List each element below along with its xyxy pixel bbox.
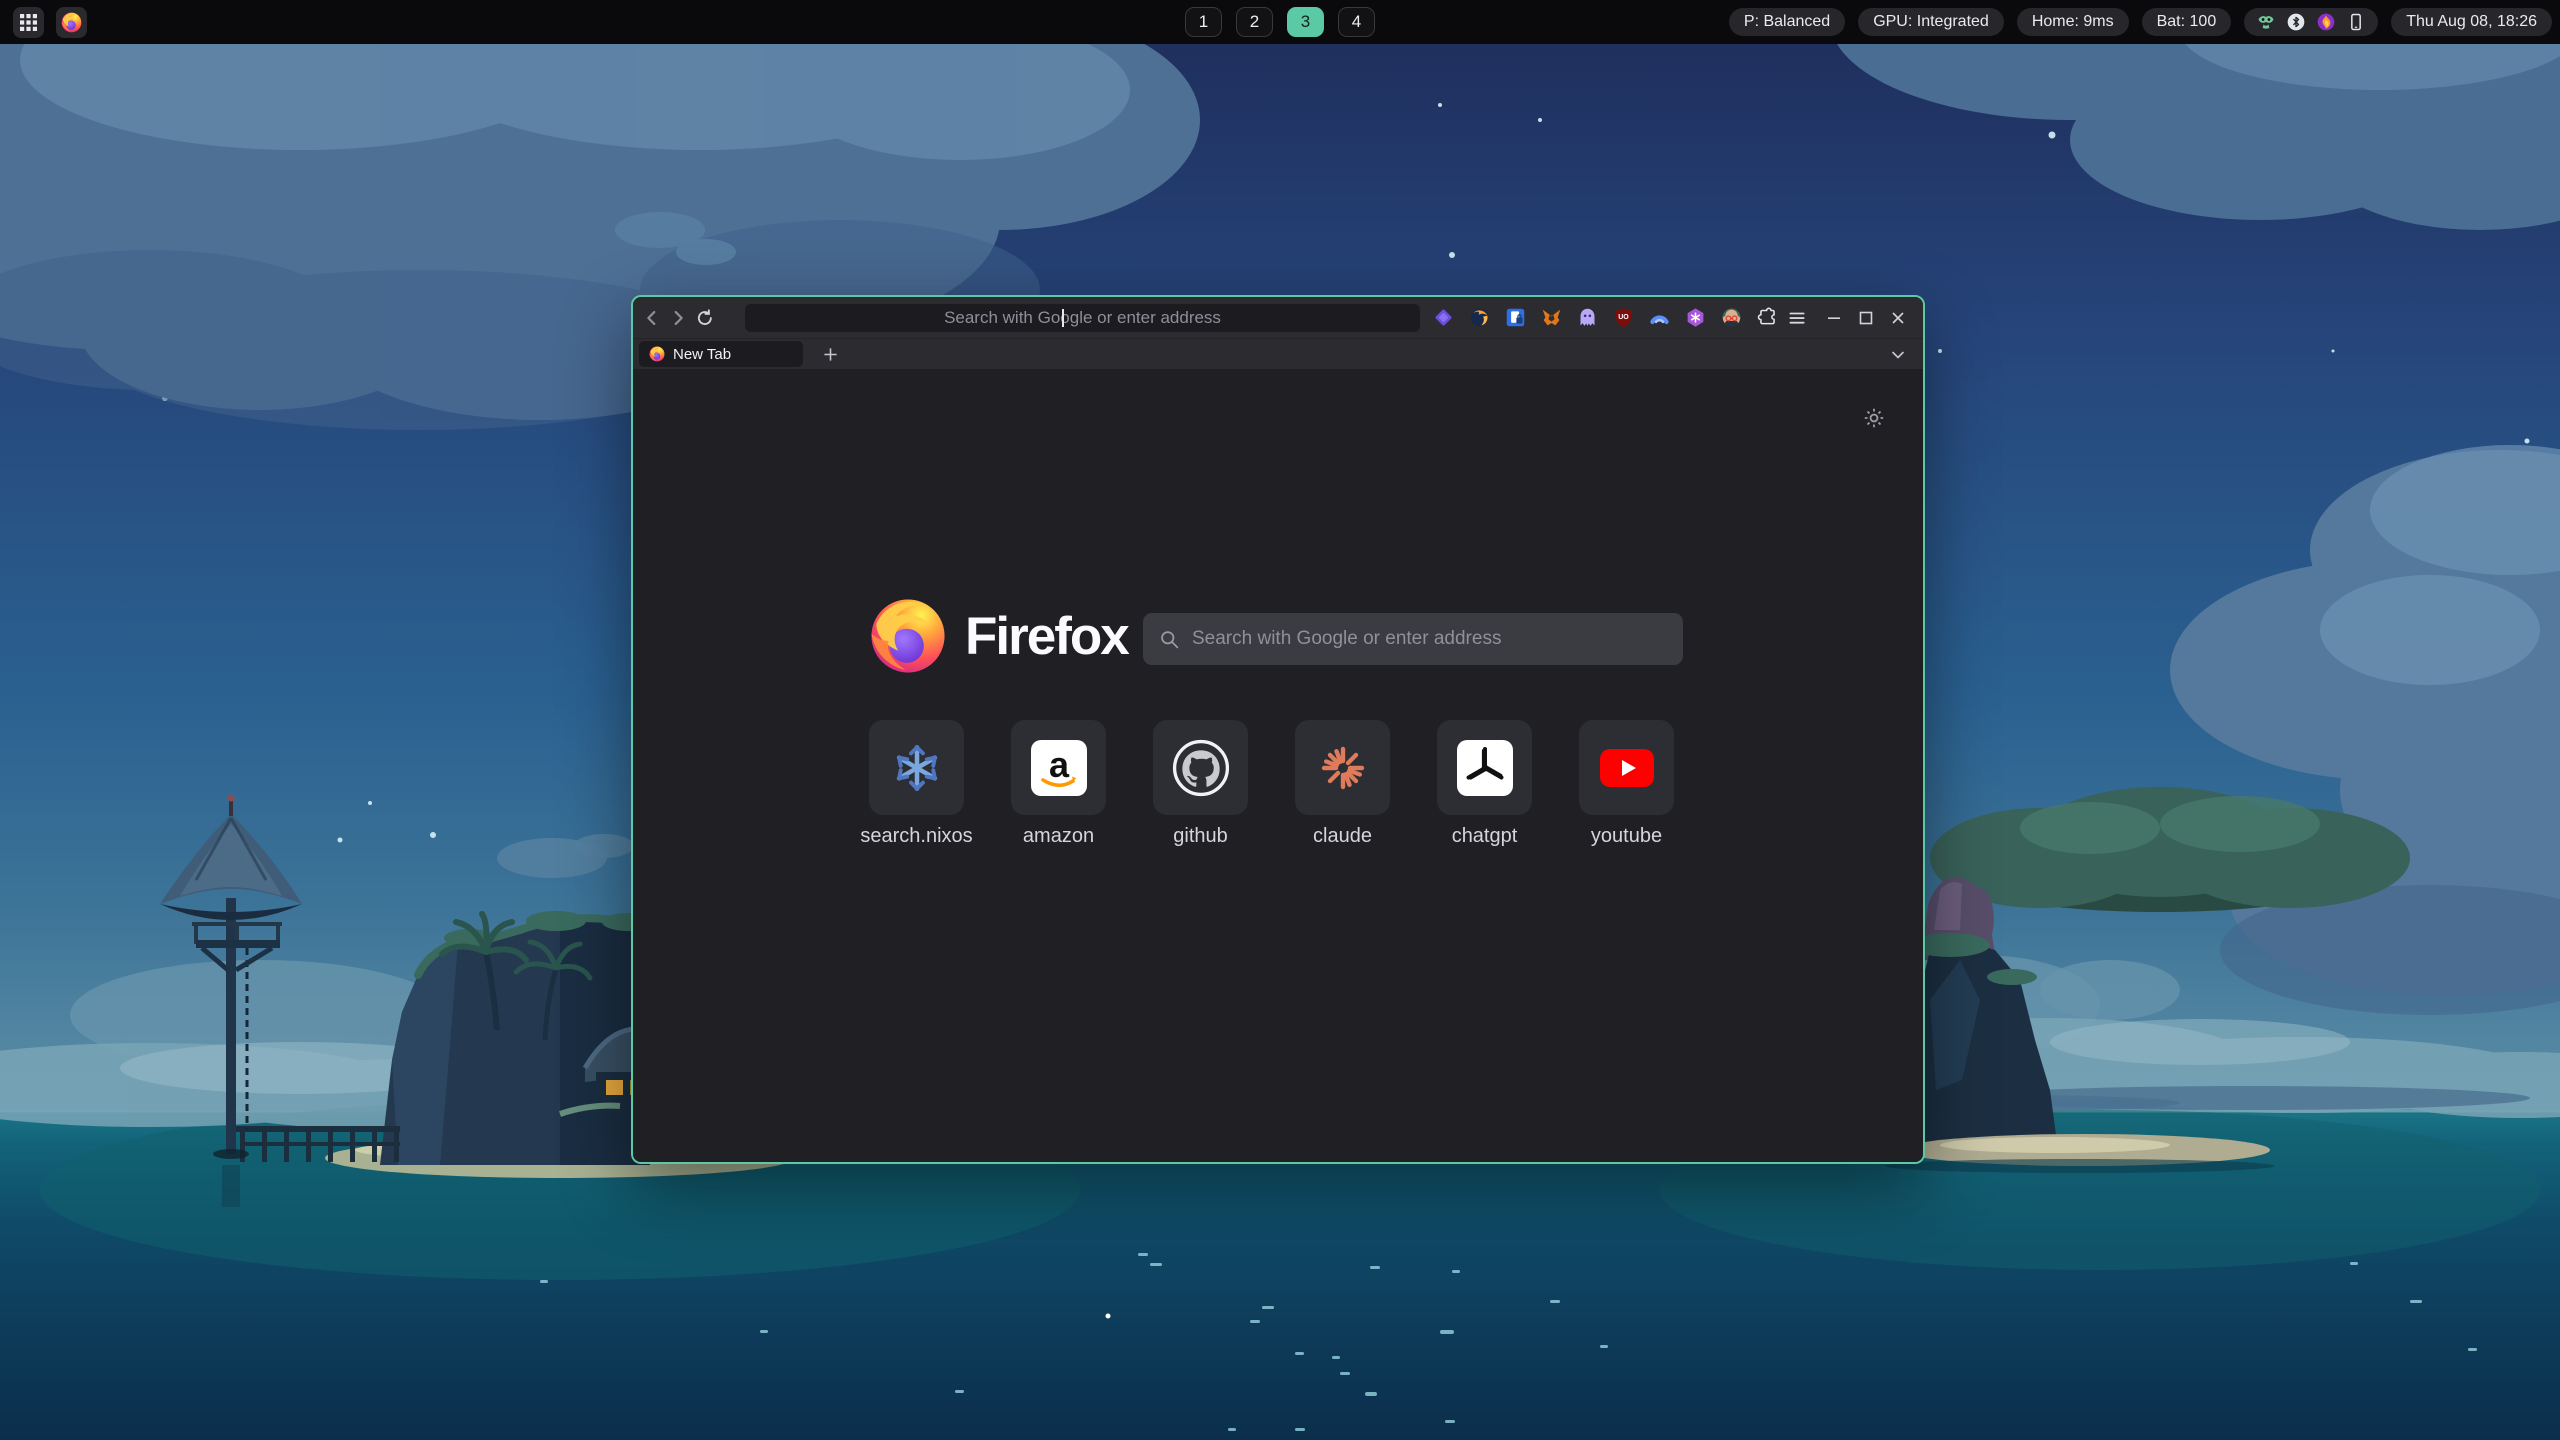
gpu-label: GPU: Integrated	[1873, 13, 1989, 31]
menu-button[interactable]	[1782, 303, 1812, 333]
extension-ghostery-icon[interactable]	[1572, 303, 1602, 333]
workspace-label: 4	[1352, 12, 1361, 32]
minimize-button[interactable]	[1820, 304, 1848, 332]
firefox-window: Search with Google or enter address UO	[631, 295, 1925, 1164]
github-icon	[1172, 739, 1230, 797]
workspace-label: 2	[1250, 12, 1259, 32]
shortcut-amazon[interactable]: a amazon	[1011, 720, 1106, 848]
shortcut-github[interactable]: github	[1153, 720, 1248, 848]
workspace-switcher: 1 2 3 4	[1185, 7, 1375, 37]
extensions-puzzle-icon[interactable]	[1752, 303, 1782, 333]
shortcut-claude[interactable]: claude	[1295, 720, 1390, 848]
system-tray	[2244, 8, 2378, 36]
shortcut-chatgpt[interactable]: chatgpt	[1437, 720, 1532, 848]
extension-blue-arc-icon[interactable]	[1644, 303, 1674, 333]
shortcut-tiles: search.nixos a amazon	[869, 720, 1674, 848]
svg-text:UO: UO	[1618, 314, 1629, 321]
gpu-status[interactable]: GPU: Integrated	[1858, 8, 2004, 36]
apps-grid-icon	[20, 14, 37, 31]
browser-toolbar: Search with Google or enter address UO	[633, 297, 1923, 339]
shortcut-label: github	[1173, 825, 1228, 848]
firefox-icon	[61, 12, 82, 33]
shortcut-label: claude	[1313, 825, 1372, 848]
extension-disguise-face-icon[interactable]	[1716, 303, 1746, 333]
shortcut-label: chatgpt	[1452, 825, 1518, 848]
new-tab-page: Firefox Search with Google or enter addr…	[633, 369, 1923, 1162]
firefox-logo	[869, 597, 947, 675]
network-mask-icon[interactable]	[2256, 12, 2276, 32]
text-caret	[1062, 309, 1064, 327]
extension-purple-diamond-icon[interactable]	[1428, 303, 1458, 333]
nightly-flame-icon[interactable]	[2316, 12, 2336, 32]
workspace-button-2[interactable]: 2	[1236, 7, 1273, 37]
personalize-gear-icon[interactable]	[1861, 405, 1887, 431]
tab-title: New Tab	[673, 346, 731, 363]
power-profile-label: P: Balanced	[1744, 13, 1830, 31]
firefox-brand: Firefox	[869, 597, 1128, 675]
close-button[interactable]	[1884, 304, 1912, 332]
tab-bar: New Tab	[633, 339, 1923, 369]
newtab-search-placeholder: Search with Google or enter address	[1192, 628, 1501, 650]
shortcut-search-nixos[interactable]: search.nixos	[869, 720, 964, 848]
url-bar-placeholder: Search with Google or enter address	[944, 308, 1221, 328]
shortcut-label: amazon	[1023, 825, 1094, 848]
battery-label: Bat: 100	[2157, 13, 2217, 31]
battery-status[interactable]: Bat: 100	[2142, 8, 2232, 36]
power-profile-status[interactable]: P: Balanced	[1729, 8, 1845, 36]
shortcut-label: youtube	[1591, 825, 1662, 848]
extension-purple-hex-icon[interactable]	[1680, 303, 1710, 333]
ping-status[interactable]: Home: 9ms	[2017, 8, 2129, 36]
amazon-icon: a	[1031, 740, 1087, 796]
chatgpt-icon	[1457, 740, 1513, 796]
firefox-wordmark: Firefox	[965, 606, 1128, 667]
svg-text:a: a	[1048, 744, 1069, 785]
app-launcher-button[interactable]	[13, 7, 44, 38]
extension-orange-ball-icon[interactable]	[1464, 303, 1494, 333]
extension-blue-doc-lock-icon[interactable]	[1500, 303, 1530, 333]
extension-metamask-icon[interactable]	[1536, 303, 1566, 333]
shortcut-label: search.nixos	[860, 825, 972, 848]
tab-favicon-firefox	[649, 346, 665, 362]
back-button[interactable]	[639, 304, 665, 332]
phone-icon[interactable]	[2346, 12, 2366, 32]
ping-label: Home: 9ms	[2032, 13, 2114, 31]
clock-label: Thu Aug 08, 18:26	[2406, 13, 2537, 31]
clock[interactable]: Thu Aug 08, 18:26	[2391, 8, 2552, 36]
claude-icon	[1319, 744, 1367, 792]
tab-new-tab[interactable]: New Tab	[639, 341, 803, 367]
reload-button[interactable]	[691, 304, 719, 332]
url-bar[interactable]: Search with Google or enter address	[745, 304, 1420, 332]
nixos-snowflake-icon	[891, 742, 943, 794]
workspace-button-4[interactable]: 4	[1338, 7, 1375, 37]
newtab-search-bar[interactable]: Search with Google or enter address	[1143, 613, 1683, 665]
list-tabs-chevron[interactable]	[1885, 342, 1911, 368]
workspace-button-3[interactable]: 3	[1287, 7, 1324, 37]
window-controls	[1820, 304, 1912, 332]
maximize-button[interactable]	[1852, 304, 1880, 332]
top-bar: 1 2 3 4 P: Balanced GPU: Integrated Home…	[0, 0, 2560, 44]
extension-ublock-icon[interactable]: UO	[1608, 303, 1638, 333]
workspace-label: 1	[1199, 12, 1208, 32]
workspace-label: 3	[1301, 12, 1310, 32]
forward-button[interactable]	[665, 304, 691, 332]
extension-buttons: UO	[1428, 303, 1782, 333]
search-icon	[1159, 629, 1180, 650]
desktop: 1 2 3 4 P: Balanced GPU: Integrated Home…	[0, 0, 2560, 1440]
youtube-icon	[1599, 740, 1655, 796]
new-tab-button[interactable]	[817, 341, 843, 367]
firefox-launcher-button[interactable]	[56, 7, 87, 38]
workspace-button-1[interactable]: 1	[1185, 7, 1222, 37]
bluetooth-icon[interactable]	[2286, 12, 2306, 32]
shortcut-youtube[interactable]: youtube	[1579, 720, 1674, 848]
